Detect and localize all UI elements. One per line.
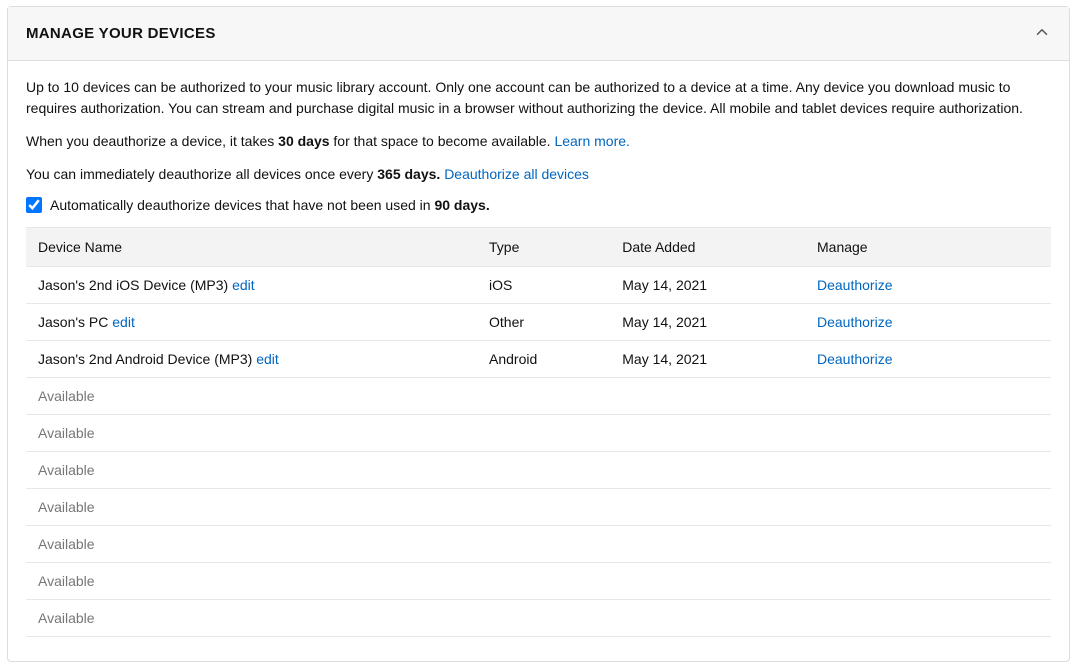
available-slot: Available <box>26 378 1051 415</box>
table-row: Jason's 2nd Android Device (MP3) editAnd… <box>26 341 1051 378</box>
device-manage-cell: Deauthorize <box>805 341 1051 378</box>
deauthorize-link[interactable]: Deauthorize <box>817 277 893 293</box>
device-manage-cell: Deauthorize <box>805 304 1051 341</box>
intro-paragraph-1: Up to 10 devices can be authorized to yo… <box>26 77 1051 119</box>
table-row: Available <box>26 526 1051 563</box>
table-row: Jason's 2nd iOS Device (MP3) editiOSMay … <box>26 267 1051 304</box>
device-name-cell: Jason's 2nd Android Device (MP3) edit <box>26 341 477 378</box>
card-title: MANAGE YOUR DEVICES <box>26 25 216 42</box>
device-name: Jason's 2nd Android Device (MP3) <box>38 351 256 367</box>
edit-device-link[interactable]: edit <box>232 277 255 293</box>
device-type-cell: iOS <box>477 267 610 304</box>
device-name: Jason's 2nd iOS Device (MP3) <box>38 277 232 293</box>
auto-deauthorize-checkbox[interactable] <box>26 197 42 213</box>
table-row: Available <box>26 378 1051 415</box>
device-type-cell: Android <box>477 341 610 378</box>
available-slot: Available <box>26 489 1051 526</box>
learn-more-link[interactable]: Learn more. <box>554 133 629 149</box>
deauthorize-link[interactable]: Deauthorize <box>817 351 893 367</box>
table-row: Available <box>26 489 1051 526</box>
table-row: Available <box>26 600 1051 637</box>
column-header-date: Date Added <box>610 228 805 267</box>
available-slot: Available <box>26 526 1051 563</box>
card-header[interactable]: MANAGE YOUR DEVICES <box>8 7 1069 61</box>
device-manage-cell: Deauthorize <box>805 267 1051 304</box>
available-slot: Available <box>26 452 1051 489</box>
auto-deauthorize-row: Automatically deauthorize devices that h… <box>26 197 1051 213</box>
device-name-cell: Jason's PC edit <box>26 304 477 341</box>
device-date-cell: May 14, 2021 <box>610 304 805 341</box>
available-slot: Available <box>26 600 1051 637</box>
device-name-cell: Jason's 2nd iOS Device (MP3) edit <box>26 267 477 304</box>
device-name: Jason's PC <box>38 314 112 330</box>
chevron-up-icon <box>1033 23 1051 44</box>
device-date-cell: May 14, 2021 <box>610 341 805 378</box>
deauthorize-all-link[interactable]: Deauthorize all devices <box>444 166 589 182</box>
manage-devices-card: MANAGE YOUR DEVICES Up to 10 devices can… <box>7 6 1070 662</box>
edit-device-link[interactable]: edit <box>112 314 135 330</box>
intro-paragraph-2: When you deauthorize a device, it takes … <box>26 131 1051 152</box>
intro-paragraph-3: You can immediately deauthorize all devi… <box>26 164 1051 185</box>
devices-table: Device Name Type Date Added Manage Jason… <box>26 227 1051 637</box>
device-date-cell: May 14, 2021 <box>610 267 805 304</box>
table-row: Available <box>26 563 1051 600</box>
table-row: Available <box>26 415 1051 452</box>
column-header-manage: Manage <box>805 228 1051 267</box>
column-header-name: Device Name <box>26 228 477 267</box>
edit-device-link[interactable]: edit <box>256 351 279 367</box>
intro-text: Up to 10 devices can be authorized to yo… <box>26 77 1051 213</box>
column-header-type: Type <box>477 228 610 267</box>
table-row: Available <box>26 452 1051 489</box>
auto-deauthorize-label: Automatically deauthorize devices that h… <box>50 197 490 213</box>
device-type-cell: Other <box>477 304 610 341</box>
card-body: Up to 10 devices can be authorized to yo… <box>8 61 1069 661</box>
table-row: Jason's PC editOtherMay 14, 2021Deauthor… <box>26 304 1051 341</box>
available-slot: Available <box>26 563 1051 600</box>
available-slot: Available <box>26 415 1051 452</box>
deauthorize-link[interactable]: Deauthorize <box>817 314 893 330</box>
